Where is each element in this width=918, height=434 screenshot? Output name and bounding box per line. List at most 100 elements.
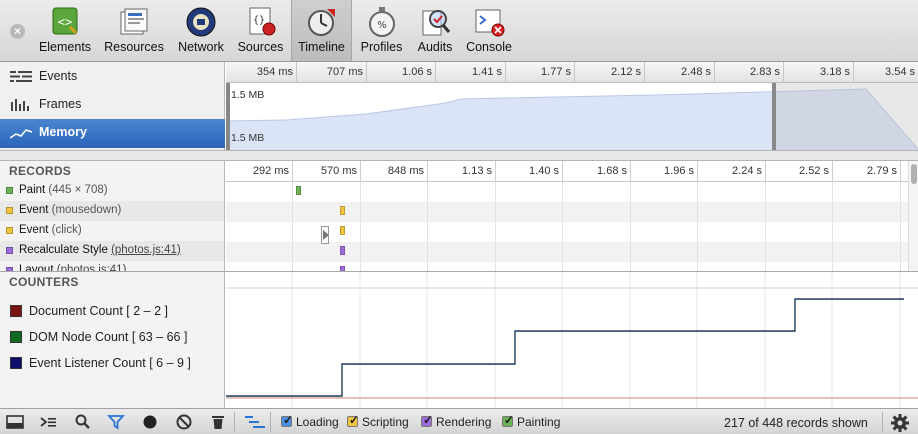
counter-swatch[interactable] (10, 305, 22, 317)
filter-checkbox[interactable]: ✓ (281, 413, 294, 427)
memory-area-chart (226, 83, 918, 150)
filter-painting[interactable]: ✓ Painting (502, 413, 568, 431)
overview-tick (435, 62, 436, 83)
search-icon[interactable] (74, 413, 92, 431)
overview-tick-label: 2.12 s (611, 66, 641, 78)
overview-divider[interactable] (0, 150, 918, 161)
counters-header: COUNTERS (9, 275, 79, 289)
record-bar[interactable] (296, 186, 301, 195)
records-timeline[interactable] (226, 182, 908, 272)
records-tick-label: 1.68 s (597, 165, 627, 177)
records-tick-label: 1.40 s (529, 165, 559, 177)
overview-tick (644, 62, 645, 83)
records-sidebar: RECORDS Paint (445 × 708) Event (mousedow… (0, 161, 225, 272)
tab-timeline[interactable]: Timeline (291, 0, 352, 61)
filter-loading[interactable]: ✓ Loading (281, 413, 343, 431)
window-right-handle[interactable] (772, 83, 776, 150)
record-row[interactable]: Event (mousedown) (0, 201, 224, 221)
counter-label: Document Count [ 2 – 2 ] (29, 304, 168, 318)
grid-line (495, 182, 496, 272)
garbage-collect-icon[interactable] (209, 413, 227, 431)
records-scrollbar[interactable] (908, 161, 918, 272)
tab-network-label: Network (178, 40, 224, 54)
grid-line (900, 182, 901, 272)
record-source-link[interactable]: (photos.js:41) (111, 244, 181, 256)
records-tick (562, 161, 563, 182)
filter-checkbox[interactable]: ✓ (421, 413, 433, 427)
counters-graph[interactable] (226, 272, 918, 408)
record-bar[interactable] (340, 206, 345, 215)
record-name: Event (click) (19, 224, 82, 236)
grid-line (427, 182, 428, 272)
checkmark-icon: ✓ (283, 413, 294, 427)
overview-item-label: Frames (39, 97, 82, 111)
filter-checkbox[interactable]: ✓ (347, 413, 359, 427)
filter-rendering[interactable]: ✓ Rendering (421, 413, 499, 431)
dock-icon[interactable] (6, 413, 24, 431)
tab-network[interactable]: Network (172, 0, 230, 61)
overview-item-frames[interactable]: Frames (0, 91, 225, 118)
tab-elements[interactable]: <> Elements (33, 0, 97, 61)
overview-tick-label: 707 ms (326, 66, 363, 78)
record-type: Event (19, 204, 49, 216)
record-row[interactable]: Event (click) (0, 221, 224, 241)
timeline-icon (307, 9, 335, 36)
console-drawer-icon[interactable] (39, 413, 57, 431)
sources-icon: {} (249, 7, 275, 36)
audits-icon (422, 10, 451, 36)
counters-chart (226, 272, 918, 408)
filter-checkbox[interactable]: ✓ (502, 413, 514, 427)
elements-icon: <> (52, 7, 78, 35)
filter-label: Loading (296, 415, 339, 429)
overview-tick-label: 354 ms (256, 66, 293, 78)
overview-tick (366, 62, 367, 83)
record-row-track (226, 242, 908, 262)
window-left-handle[interactable] (226, 83, 230, 150)
tab-resources[interactable]: Resources (100, 0, 168, 61)
svg-text:%: % (377, 20, 387, 31)
overview-time-ruler[interactable]: 354 ms 707 ms 1.06 s 1.41 s 1.77 s 2.12 s 2.48… (226, 62, 918, 83)
resources-icon (120, 8, 148, 35)
tab-console[interactable]: Console (462, 0, 516, 61)
record-icon[interactable] (141, 413, 159, 431)
records-scrollbar-thumb[interactable] (911, 164, 917, 184)
record-row[interactable]: Paint (445 × 708) (0, 181, 224, 201)
close-icon[interactable]: × (10, 24, 25, 39)
memory-overview-graph[interactable]: 1.5 MB 1.5 MB (226, 83, 918, 150)
overview-tick-label: 2.83 s (750, 66, 780, 78)
expand-arrow[interactable] (321, 226, 329, 244)
toolbar: × <> Elements Resources Network {} Sourc… (0, 0, 918, 62)
tab-elements-label: Elements (38, 40, 92, 54)
overview-item-events[interactable]: Events (0, 63, 225, 90)
counter-swatch[interactable] (10, 357, 22, 369)
filter-label: Rendering (436, 415, 492, 429)
record-bar[interactable] (340, 246, 345, 255)
glue-records-icon[interactable] (244, 413, 266, 431)
gear-icon[interactable] (890, 413, 910, 433)
overview-tick-label: 3.54 s (885, 66, 915, 78)
event-listener-line (226, 298, 904, 397)
record-row[interactable]: Recalculate Style (photos.js:41) (0, 241, 224, 261)
filter-scripting[interactable]: ✓ Scripting (347, 413, 417, 431)
tab-profiles[interactable]: % Profiles (356, 0, 407, 61)
record-type: Event (19, 224, 49, 236)
record-color-swatch (6, 247, 13, 254)
tab-audits[interactable]: Audits (411, 0, 459, 61)
records-tick (427, 161, 428, 182)
filter-icon[interactable] (107, 413, 125, 431)
status-divider (234, 412, 235, 432)
tab-sources[interactable]: {} Sources (233, 0, 288, 61)
counter-swatch[interactable] (10, 331, 22, 343)
overview-tick-label: 1.77 s (541, 66, 571, 78)
tab-audits-label: Audits (417, 40, 453, 54)
record-bar[interactable] (340, 226, 345, 235)
record-name: Paint (445 × 708) (19, 184, 108, 196)
frames-icon (11, 99, 29, 111)
svg-text:<>: <> (58, 15, 72, 29)
records-tick (832, 161, 833, 182)
tab-profiles-label: Profiles (360, 40, 403, 54)
tab-timeline-label: Timeline (298, 40, 345, 54)
record-row-track (226, 202, 908, 222)
clear-icon[interactable] (175, 413, 193, 431)
overview-item-memory[interactable]: Memory (0, 119, 225, 148)
